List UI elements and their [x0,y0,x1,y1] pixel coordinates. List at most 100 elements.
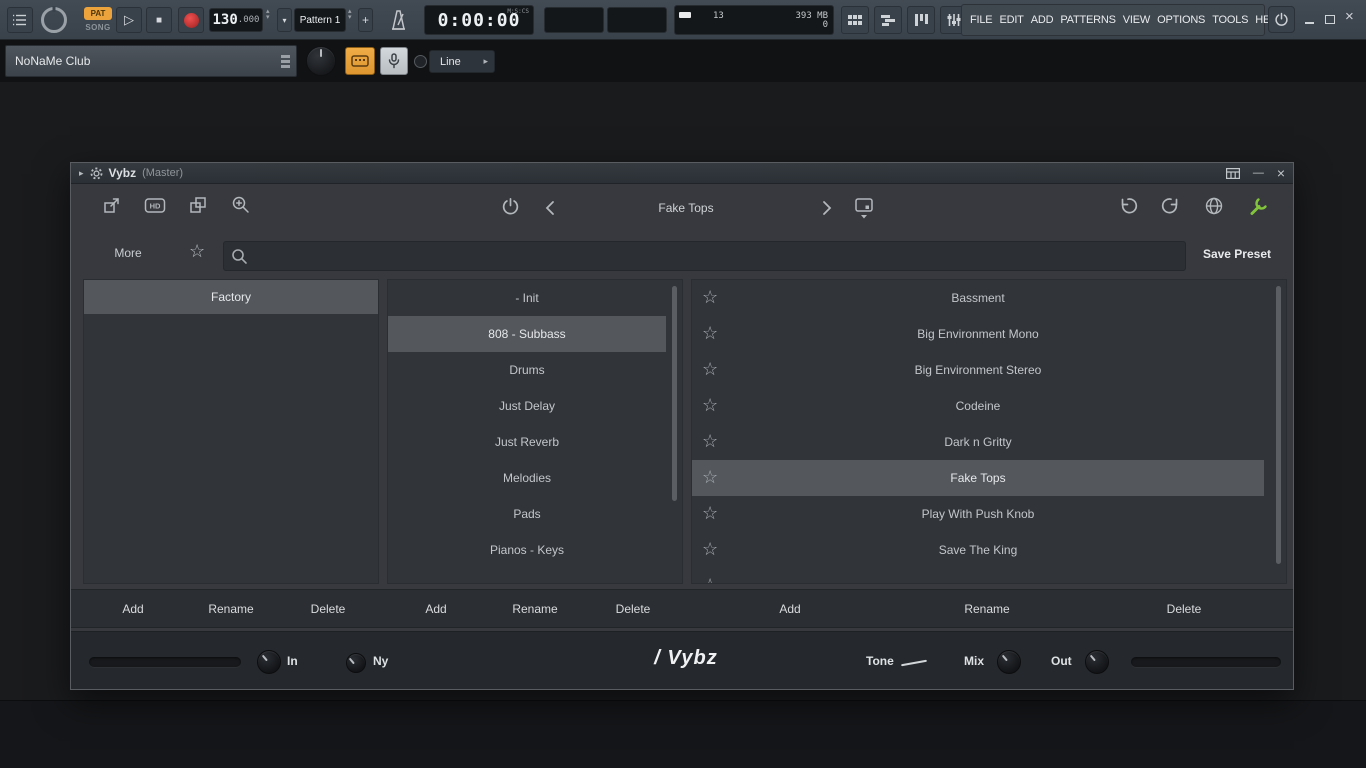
add-pattern-button[interactable]: + [358,8,373,32]
preset-row-selected[interactable]: ☆ Fake Tops [692,460,1264,496]
window-maximize-button[interactable] [1325,13,1335,24]
preset-rename-button[interactable]: Rename [964,602,1009,616]
category-item[interactable]: - Init [388,280,666,316]
category-item[interactable]: Just Reverb [388,424,666,460]
next-preset-button[interactable] [816,197,838,219]
sync-power-button[interactable] [1268,6,1295,33]
category-rename-button[interactable]: Rename [512,602,557,616]
keyboard-icon [351,55,369,67]
menu-file[interactable]: FILE [970,14,993,26]
preset-row[interactable]: ☆ Play With Push Knob [692,496,1264,532]
more-button[interactable]: More [98,246,158,260]
tweaks-button[interactable] [1247,195,1269,217]
category-delete-button[interactable]: Delete [616,602,651,616]
typing-keyboard-button[interactable] [345,47,375,75]
main-volume-slider[interactable] [679,12,691,18]
plugin-close-button[interactable]: × [1277,166,1285,180]
bank-item[interactable]: Factory [84,280,378,314]
tool-dropdown[interactable]: Line ▸ [429,50,495,73]
plugin-minimize-button[interactable]: — [1253,167,1264,179]
zoom-button[interactable] [230,194,252,216]
piano-roll-button[interactable] [907,6,935,34]
category-item[interactable]: Melodies [388,460,666,496]
channel-rack-button[interactable] [841,6,869,34]
copy-layout-button[interactable] [187,194,209,216]
preset-scrollbar[interactable] [1276,286,1281,564]
desktop-bottom-strip [0,700,1366,768]
channel-name-field[interactable]: NoNaMe Club [5,45,297,77]
online-presets-button[interactable] [1203,195,1225,217]
window-close-button[interactable]: × [1345,8,1354,25]
tempo-spinner[interactable]: ▴ ▾ [266,8,270,20]
preset-row[interactable]: ☆ Bassment [692,280,1264,316]
search-input[interactable] [223,241,1186,271]
plugin-menu-arrow-icon[interactable]: ▸ [79,168,84,179]
song-mode-label[interactable]: SONG [84,23,112,32]
preset-row[interactable]: ☆ Codeine [692,388,1264,424]
hd-mode-button[interactable]: HD [144,194,166,216]
window-minimize-button[interactable] [1305,13,1314,24]
redo-button[interactable] [1160,195,1182,217]
pattern-mode-toggle[interactable]: PAT [84,7,112,20]
playlist-button[interactable] [874,6,902,34]
favorite-star-icon[interactable]: ☆ [189,242,205,260]
mic-button[interactable] [380,47,408,75]
pattern-name: Pattern 1 [299,14,341,26]
output-level-slider[interactable] [1131,657,1281,667]
tone-slider[interactable] [901,659,927,667]
menu-patterns[interactable]: PATTERNS [1060,14,1116,26]
microphone-icon [388,53,400,69]
gear-icon[interactable] [90,167,103,180]
category-item[interactable]: Pads [388,496,666,532]
mini-knob[interactable] [414,55,427,68]
category-add-button[interactable]: Add [425,602,446,616]
menu-tools[interactable]: TOOLS [1212,14,1248,26]
out-knob[interactable] [1085,650,1109,674]
menu-options[interactable]: OPTIONS [1157,14,1205,26]
main-dial[interactable] [41,7,67,33]
pop-out-button[interactable] [101,194,123,216]
tempo-display[interactable]: 130.000 [209,8,263,32]
preset-row[interactable]: ☆ Dark n Gritty [692,424,1264,460]
category-item[interactable]: Pianos - Keys [388,532,666,568]
preset-row[interactable]: ☆ Big Environment Mono [692,316,1264,352]
undo-button[interactable] [1117,195,1139,217]
record-button[interactable] [178,7,204,33]
save-preset-button[interactable]: Save Preset [1203,247,1271,261]
menu-edit[interactable]: EDIT [999,14,1023,26]
channel-volume-knob[interactable] [306,46,336,76]
play-button[interactable]: ▷ [116,7,142,33]
stop-button[interactable]: ■ [146,7,172,33]
bank-add-button[interactable]: Add [122,602,143,616]
in-knob[interactable] [257,650,281,674]
preset-delete-button[interactable]: Delete [1167,602,1202,616]
metronome-button[interactable] [387,7,409,33]
category-item[interactable]: Drums [388,352,666,388]
current-preset-label[interactable]: Fake Tops [526,201,846,215]
star-icon[interactable]: ☆ [702,576,718,583]
mix-knob[interactable] [997,650,1021,674]
time-display[interactable]: 0:00:00 M:S:CS [424,5,534,35]
globe-icon [1205,197,1223,215]
bank-delete-button[interactable]: Delete [311,602,346,616]
category-scrollbar[interactable] [672,286,677,501]
preset-view-button[interactable] [853,195,875,223]
preset-add-button[interactable]: Add [779,602,800,616]
toolbar-options-button[interactable] [7,7,33,33]
bank-rename-button[interactable]: Rename [208,602,253,616]
preset-row[interactable]: ☆ Save The King [692,532,1264,568]
pattern-selector[interactable]: Pattern 1 [294,8,346,32]
preset-row-partial[interactable]: ☆ [692,568,1264,583]
input-level-slider[interactable] [89,657,241,667]
ny-knob[interactable] [346,653,366,673]
category-item[interactable]: 808 - Subbass [388,316,666,352]
menu-add[interactable]: ADD [1031,14,1054,26]
pattern-picker-button[interactable]: ▾ [277,8,292,32]
menu-view[interactable]: VIEW [1123,14,1151,26]
preset-power-button[interactable] [499,195,521,217]
category-item[interactable]: Just Delay [388,388,666,424]
plugin-titlebar[interactable]: ▸ Vybz (Master) — × [71,163,1293,184]
preset-row[interactable]: ☆ Big Environment Stereo [692,352,1264,388]
detach-grid-icon[interactable] [1225,167,1240,179]
pattern-spinner[interactable]: ▴ ▾ [348,8,352,20]
